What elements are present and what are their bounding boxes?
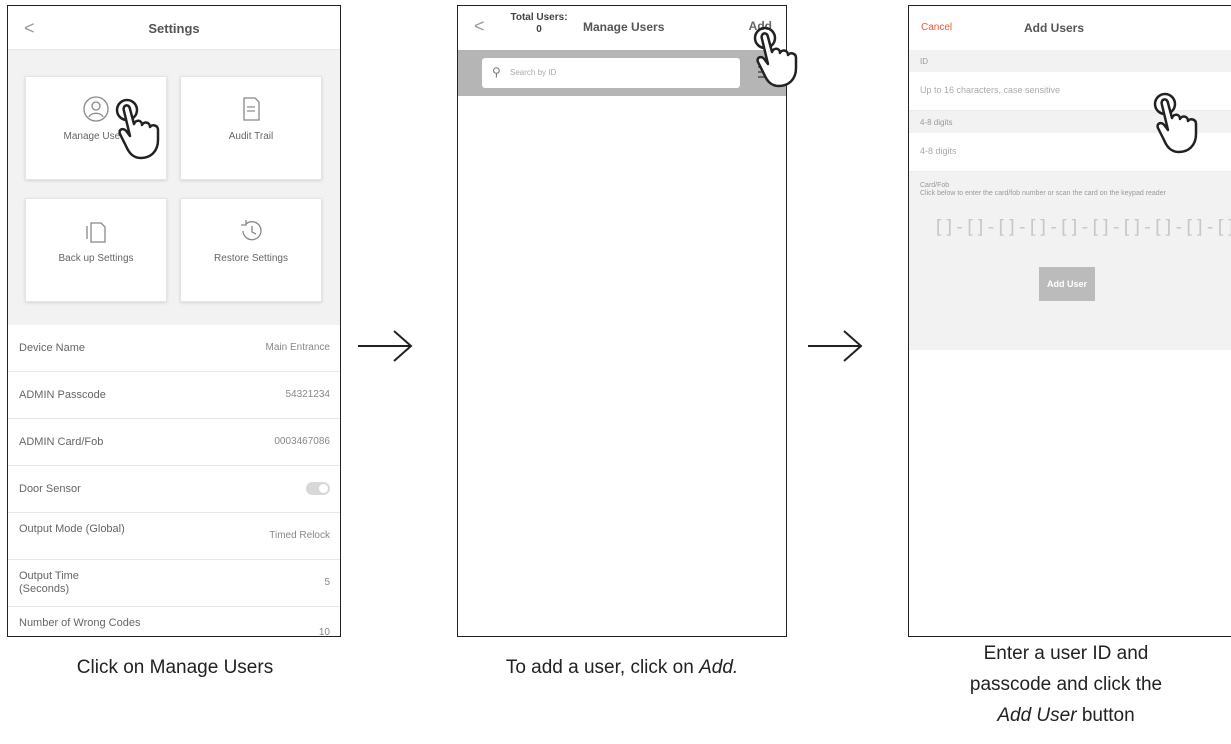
search-placeholder: Search by ID	[510, 68, 557, 77]
back-icon[interactable]: <	[474, 16, 485, 37]
row-value: 0003467086	[274, 436, 330, 447]
caption-line: passcode and click the	[969, 674, 1163, 695]
row-value: Timed Relock	[269, 530, 330, 541]
pointing-hand-icon	[753, 26, 798, 88]
user-icon	[83, 96, 109, 122]
setting-row-wrong-codes[interactable]: Number of Wrong Codes 10	[8, 607, 340, 637]
setting-row-admin-passcode[interactable]: ADMIN Passcode 54321234	[8, 372, 340, 419]
caption-step-1: Click on Manage Users	[76, 657, 274, 678]
page-title: Manage Users	[583, 20, 665, 34]
setting-row-output-time[interactable]: Output Time (Seconds) 5	[8, 560, 340, 607]
row-label: ADMIN Passcode	[19, 389, 106, 401]
pointing-hand-icon	[115, 98, 160, 160]
row-label: Output Time (Seconds)	[19, 570, 79, 595]
card-field-hint: Click below to enter the card/fob number…	[920, 190, 1166, 197]
restore-settings-card[interactable]: Restore Settings	[180, 198, 322, 302]
row-label: Number of Wrong Codes	[19, 617, 141, 629]
caption-step-2: To add a user, click on Add.	[457, 657, 787, 679]
total-users-label: Total Users:	[510, 12, 568, 23]
cancel-button[interactable]: Cancel	[921, 22, 952, 33]
total-users-counter: Total Users: 0	[508, 12, 570, 36]
door-sensor-toggle[interactable]	[306, 482, 330, 495]
caption-line: Add User button	[906, 700, 1226, 731]
row-value: 54321234	[285, 389, 331, 400]
right-arrow-icon	[808, 330, 863, 362]
id-field-label: ID	[909, 50, 1231, 72]
page-title: Add Users	[1024, 21, 1085, 35]
row-value: 5	[324, 577, 330, 588]
card-label: Audit Trail	[228, 131, 274, 142]
pointing-hand-icon	[1153, 92, 1198, 154]
setting-row-admin-card[interactable]: ADMIN Card/Fob 0003467086	[8, 419, 340, 466]
search-input[interactable]: ⚲ Search by ID	[482, 58, 740, 88]
caption-text: button	[1076, 705, 1135, 726]
settings-header: < Settings	[8, 6, 340, 50]
row-value: 10	[318, 627, 330, 637]
restore-icon	[241, 220, 262, 241]
audit-trail-card[interactable]: Audit Trail	[180, 76, 322, 180]
card-label: Back up Settings	[58, 253, 134, 264]
caption-step-3: Enter a user ID and passcode and click t…	[906, 638, 1226, 731]
caption-line: Enter a user ID and	[983, 643, 1149, 664]
search-bar: ⚲ Search by ID	[458, 50, 786, 96]
card-fob-section: Card/Fob Click below to enter the card/f…	[909, 172, 1231, 350]
card-label: Restore Settings	[214, 253, 288, 264]
row-label: ADMIN Card/Fob	[19, 436, 104, 448]
backup-icon	[86, 222, 106, 243]
search-icon: ⚲	[492, 65, 501, 79]
right-arrow-icon	[358, 330, 413, 362]
row-label: Door Sensor	[19, 483, 81, 495]
total-users-value: 0	[536, 24, 542, 35]
caption-emphasis: Add User	[997, 705, 1077, 726]
settings-card-grid: Manage Users Audit Trail Back up Setting…	[8, 50, 340, 325]
backup-settings-card[interactable]: Back up Settings	[25, 198, 167, 302]
caption-text: To add a user, click on	[505, 657, 700, 678]
manage-users-screen: < Total Users: 0 Manage Users Add ⚲ Sear…	[457, 5, 787, 637]
row-value: Main Entrance	[265, 342, 330, 353]
add-users-header: Cancel Add Users	[909, 6, 1231, 50]
page-title: Settings	[148, 21, 200, 36]
row-label: Output Mode (Global)	[19, 523, 125, 535]
card-number-input[interactable]: []-[]-[]-[]-[]-[]-[]-[]-[]-[]	[933, 216, 1231, 238]
manage-users-header: < Total Users: 0 Manage Users Add	[458, 6, 786, 50]
document-icon	[243, 97, 260, 121]
setting-row-device-name[interactable]: Device Name Main Entrance	[8, 325, 340, 372]
card-field-label: Card/Fob	[920, 182, 950, 189]
setting-row-output-mode[interactable]: Output Mode (Global) Timed Relock	[8, 513, 340, 560]
add-user-button[interactable]: Add User	[1039, 267, 1095, 301]
setting-row-door-sensor: Door Sensor	[8, 466, 340, 513]
row-label: Device Name	[19, 342, 86, 354]
caption-emphasis: Add.	[699, 657, 739, 678]
